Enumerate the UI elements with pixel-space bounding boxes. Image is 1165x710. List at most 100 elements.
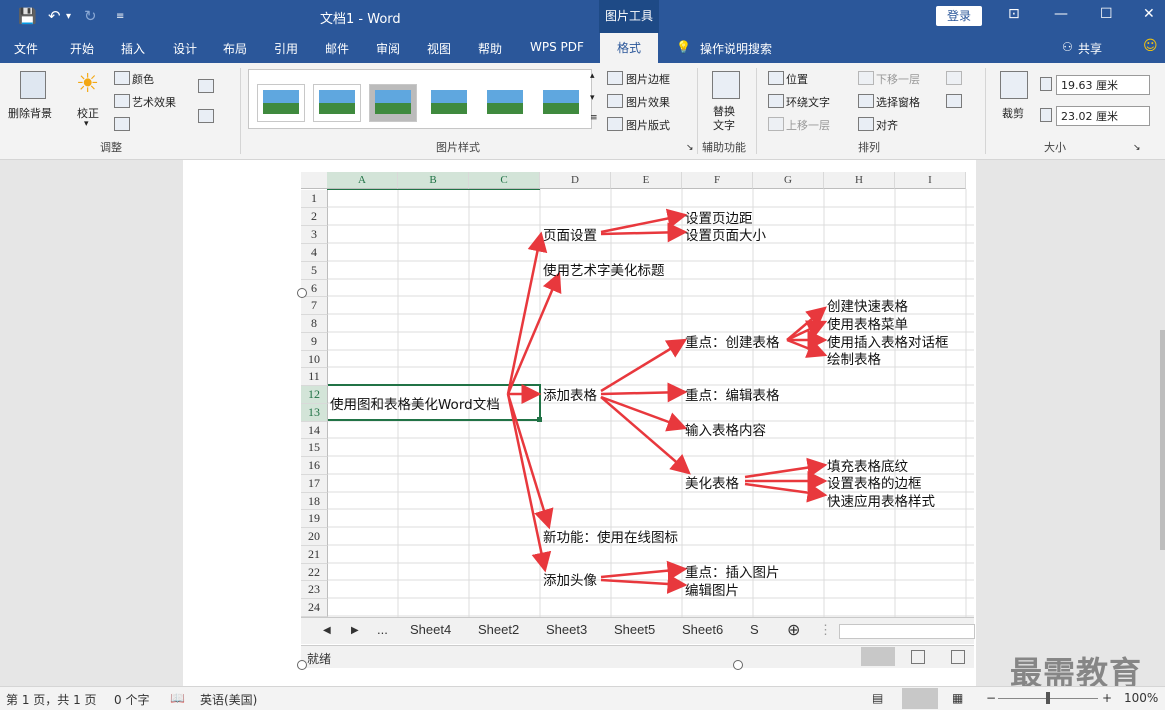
zoom-in-icon[interactable]: + — [1102, 691, 1112, 705]
zoom-level[interactable]: 100% — [1124, 691, 1158, 705]
customize-qat-icon[interactable]: ≡ — [116, 11, 124, 22]
tell-me-search[interactable]: 操作说明搜索 — [700, 40, 772, 57]
style-thumb[interactable] — [369, 84, 417, 122]
tab-view[interactable]: 视图 — [427, 40, 451, 57]
color-button[interactable]: 颜色 — [132, 71, 154, 87]
tab-wps-pdf[interactable]: WPS PDF — [530, 40, 584, 54]
width-input[interactable]: 23.02 厘米 — [1056, 106, 1150, 126]
style-thumb[interactable] — [313, 84, 361, 122]
resize-handle[interactable] — [297, 288, 307, 298]
cell-d22: 添加头像 — [543, 573, 597, 589]
picture-effects-button[interactable]: 图片效果 — [626, 94, 670, 110]
normal-view-icon[interactable] — [861, 647, 895, 666]
selection-pane-icon — [858, 94, 874, 108]
horizontal-scrollbar[interactable] — [839, 624, 975, 639]
login-button[interactable]: 登录 — [936, 6, 982, 26]
divider — [985, 68, 986, 154]
tab-help[interactable]: 帮助 — [478, 40, 502, 57]
artistic-effects-button[interactable]: 艺术效果 — [132, 94, 176, 110]
crop-icon — [1000, 71, 1028, 99]
vertical-scrollbar[interactable] — [1160, 330, 1165, 550]
page-break-view-icon[interactable] — [951, 650, 965, 664]
reset-picture-icon[interactable] — [198, 109, 214, 123]
read-mode-icon[interactable]: ▤ — [872, 691, 883, 705]
picture-styles-gallery[interactable] — [248, 69, 592, 129]
resize-handle[interactable] — [733, 660, 743, 670]
tab-file[interactable]: 文件 — [14, 40, 38, 57]
web-layout-icon[interactable]: ▦ — [952, 691, 963, 705]
change-picture-icon[interactable] — [198, 79, 214, 93]
word-count[interactable]: 0 个字 — [114, 691, 149, 708]
arrow — [600, 573, 688, 594]
zoom-out-icon[interactable]: − — [986, 691, 996, 705]
crop-button[interactable]: 裁剪 — [1002, 105, 1024, 121]
page-layout-view-icon[interactable] — [911, 650, 925, 664]
tab-design[interactable]: 设计 — [173, 40, 197, 57]
style-thumb[interactable] — [257, 84, 305, 122]
style-thumb[interactable] — [537, 84, 585, 122]
language-indicator[interactable]: 英语(美国) — [200, 691, 257, 708]
dialog-launcher-icon[interactable]: ↘ — [686, 143, 694, 153]
gallery-up-icon[interactable]: ▴ — [590, 71, 595, 81]
arrow — [600, 395, 688, 432]
compress-pictures-icon[interactable] — [114, 117, 130, 131]
ribbon-display-icon[interactable]: ⊡ — [1008, 6, 1020, 22]
wrap-text-button[interactable]: 环绕文字 — [786, 94, 830, 110]
minimize-icon[interactable]: — — [1054, 6, 1068, 22]
sheet-tab-sheet3[interactable]: Sheet3 — [546, 622, 587, 637]
page-count[interactable]: 第 1 页，共 1 页 — [6, 691, 97, 708]
proofing-icon[interactable]: 📖 — [170, 691, 185, 705]
cell-f9: 重点：创建表格 — [685, 335, 780, 351]
tabs-ellipsis[interactable]: ... — [377, 622, 388, 637]
sheet-tab-sheet4[interactable]: Sheet4 — [410, 622, 451, 637]
rotate-icon[interactable] — [946, 94, 962, 108]
maximize-icon[interactable]: ☐ — [1100, 6, 1113, 22]
remove-background-button[interactable]: 删除背景 — [8, 105, 52, 121]
alt-text-button[interactable]: 替换文字 — [713, 105, 741, 133]
tab-layout[interactable]: 布局 — [223, 40, 247, 57]
width-icon — [1040, 108, 1052, 122]
selection-pane-button[interactable]: 选择窗格 — [876, 94, 920, 110]
sheet-tab-sheet5[interactable]: Sheet5 — [614, 622, 655, 637]
bring-forward-button[interactable]: 上移一层 — [786, 117, 830, 133]
zoom-thumb[interactable] — [1046, 692, 1050, 704]
position-button[interactable]: 位置 — [786, 71, 808, 87]
splitter-icon[interactable]: ⋮ — [819, 622, 832, 638]
smiley-icon[interactable]: ☺ — [1143, 38, 1158, 54]
picture-layout-button[interactable]: 图片版式 — [626, 117, 670, 133]
sheet-tab-sheet6[interactable]: Sheet6 — [682, 622, 723, 637]
save-icon[interactable]: 💾 — [18, 7, 37, 25]
tab-review[interactable]: 审阅 — [376, 40, 400, 57]
redo-icon[interactable]: ↻ — [84, 7, 97, 25]
tab-insert[interactable]: 插入 — [121, 40, 145, 57]
undo-icon[interactable]: ↶ — [48, 7, 61, 25]
gallery-more-icon[interactable]: ≡ — [590, 113, 598, 123]
picture-border-button[interactable]: 图片边框 — [626, 71, 670, 87]
height-input[interactable]: 19.63 厘米 — [1056, 75, 1150, 95]
undo-dropdown-icon[interactable]: ▾ — [66, 11, 71, 22]
send-backward-button[interactable]: 下移一层 — [876, 71, 920, 87]
resize-handle[interactable] — [297, 660, 307, 670]
tab-home[interactable]: 开始 — [70, 40, 94, 57]
tab-mailings[interactable]: 邮件 — [325, 40, 349, 57]
tab-references[interactable]: 引用 — [274, 40, 298, 57]
cell-h7: 创建快速表格 — [827, 299, 908, 315]
tab-scroll-right-icon[interactable]: ▶ — [351, 625, 359, 636]
tab-format[interactable]: 格式 — [600, 33, 658, 63]
style-thumb[interactable] — [425, 84, 473, 122]
embedded-sheet-picture[interactable]: A B C D E F G H I 1 2 3 4 5 6 7 8 9 10 1… — [301, 172, 974, 617]
size-launcher-icon[interactable]: ↘ — [1133, 143, 1141, 153]
sheet-tab-more[interactable]: S — [750, 622, 759, 637]
style-thumb[interactable] — [481, 84, 529, 122]
add-sheet-icon[interactable]: ⊕ — [787, 620, 800, 640]
sheet-tabs-bar: ◀ ▶ ... Sheet4 Sheet2 Sheet3 Sheet5 Shee… — [301, 617, 975, 644]
print-layout-icon[interactable] — [902, 688, 938, 709]
gallery-down-icon[interactable]: ▾ — [590, 93, 595, 103]
group-label-accessibility: 辅助功能 — [702, 141, 746, 154]
sheet-tab-sheet2[interactable]: Sheet2 — [478, 622, 519, 637]
close-icon[interactable]: ✕ — [1143, 6, 1155, 22]
share-button[interactable]: 共享 — [1078, 40, 1102, 57]
group-icon[interactable] — [946, 71, 962, 85]
tab-scroll-left-icon[interactable]: ◀ — [323, 625, 331, 636]
align-button[interactable]: 对齐 — [876, 117, 898, 133]
